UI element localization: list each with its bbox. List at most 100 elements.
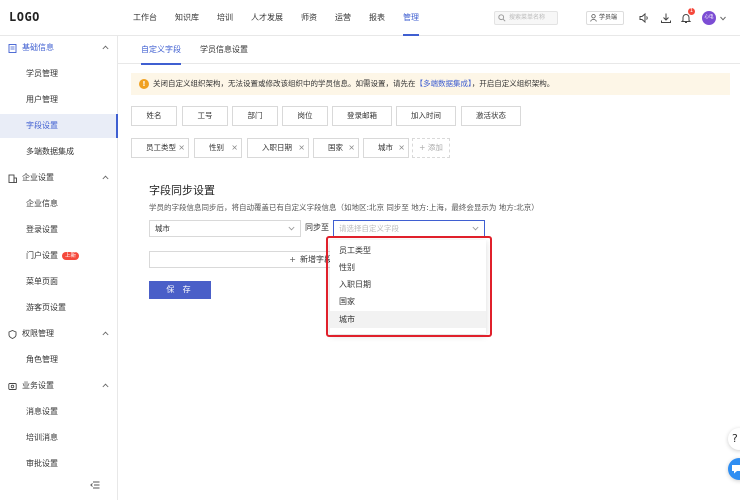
- sidebar-item-student-management[interactable]: 学员管理: [0, 62, 118, 86]
- sidebar-group-label: 业务设置: [22, 381, 54, 390]
- warning-icon: !: [139, 79, 149, 89]
- chevron-up-icon: [102, 45, 109, 50]
- custom-field-chip[interactable]: 性别 ×: [194, 138, 242, 158]
- add-field-button[interactable]: + 新增字段: [149, 251, 335, 268]
- dropdown-option[interactable]: 入职日期: [330, 276, 486, 293]
- main-nav: 工作台 知识库 培训 人才发展 师资 运营 报表 管理: [124, 0, 428, 36]
- save-button[interactable]: 保 存: [149, 281, 211, 299]
- sidebar-item-menu-pages[interactable]: 菜单页面: [0, 270, 118, 294]
- top-header: LOGO 工作台 知识库 培训 人才发展 师资 运营 报表 管理 搜索菜单名称 …: [0, 0, 740, 36]
- remove-icon[interactable]: ×: [298, 139, 305, 157]
- plus-icon: +: [289, 255, 296, 264]
- sidebar-item-enterprise-info[interactable]: 企业信息: [0, 192, 118, 216]
- field-chip-name: 姓名: [131, 106, 177, 126]
- sidebar-item-approval-settings[interactable]: 审批设置: [0, 452, 118, 476]
- document-icon: [8, 44, 17, 53]
- section-description: 学员的字段信息同步后，将自动覆盖已有自定义字段信息（如地区:北京 同步至 地方:…: [149, 203, 539, 212]
- avatar[interactable]: 心电: [702, 11, 716, 25]
- settings-icon: [8, 383, 17, 390]
- multi-end-data-integration-link[interactable]: 【多端数据集成】: [416, 79, 472, 88]
- dropdown-option[interactable]: 城市: [330, 311, 486, 328]
- sidebar: 基础信息 学员管理 用户管理 字段设置 多端数据集成 企业设置 企业信息 登录设…: [0, 36, 118, 500]
- download-icon[interactable]: [660, 12, 672, 24]
- tab-custom-fields[interactable]: 自定义字段: [141, 36, 181, 65]
- chat-icon: [732, 465, 740, 474]
- sidebar-group-basic-info[interactable]: 基础信息: [0, 36, 118, 60]
- building-icon: [8, 174, 17, 183]
- dropdown-option[interactable]: 国家: [330, 293, 486, 310]
- custom-field-chip[interactable]: 员工类型 ×: [131, 138, 189, 158]
- sidebar-item-guest-page-settings[interactable]: 游客页设置: [0, 296, 118, 320]
- sidebar-group-permission-management[interactable]: 权限管理: [0, 322, 118, 346]
- new-badge: 上新: [62, 252, 80, 260]
- menu-search-input[interactable]: 搜索菜单名称: [494, 11, 558, 25]
- student-end-button[interactable]: 学员端: [586, 11, 624, 25]
- notice-text: 关闭自定义组织架构，无法设置或修改该组织中的学员信息。如需设置，请先在: [153, 79, 416, 88]
- sidebar-group-label: 基础信息: [22, 43, 54, 52]
- sidebar-group-label: 权限管理: [22, 329, 54, 338]
- add-field-label: 新增字段: [300, 255, 332, 264]
- nav-reports[interactable]: 报表: [360, 0, 394, 36]
- sidebar-item-login-settings[interactable]: 登录设置: [0, 218, 118, 242]
- chevron-down-icon[interactable]: [720, 16, 726, 21]
- source-field-select[interactable]: 城市: [149, 220, 301, 237]
- remove-icon[interactable]: ×: [348, 139, 355, 157]
- chevron-down-icon: [288, 226, 295, 231]
- sidebar-item-multi-end-data-integration[interactable]: 多端数据集成: [0, 140, 118, 164]
- nav-training[interactable]: 培训: [208, 0, 242, 36]
- nav-knowledge-base[interactable]: 知识库: [166, 0, 208, 36]
- nav-operations[interactable]: 运营: [326, 0, 360, 36]
- field-chip-employee-id: 工号: [182, 106, 228, 126]
- tab-student-info-settings[interactable]: 学员信息设置: [200, 36, 248, 64]
- sidebar-item-role-management[interactable]: 角色管理: [0, 348, 118, 372]
- chevron-up-icon: [102, 383, 109, 388]
- chevron-up-icon: [102, 175, 109, 180]
- dropdown-option[interactable]: 员工类型: [330, 242, 486, 259]
- shield-icon: [8, 330, 17, 339]
- field-chip-join-time: 加入时间: [396, 106, 456, 126]
- sync-to-label: 同步至: [305, 223, 329, 232]
- notification-badge: 1: [688, 8, 695, 15]
- help-button[interactable]: ?: [728, 428, 740, 450]
- custom-field-chip[interactable]: 国家 ×: [313, 138, 359, 158]
- sidebar-group-label: 企业设置: [22, 173, 54, 182]
- student-end-label: 学员端: [599, 14, 618, 21]
- custom-field-label: 城市: [378, 143, 393, 152]
- custom-field-label: 员工类型: [146, 143, 176, 152]
- nav-management[interactable]: 管理: [394, 0, 428, 36]
- search-icon: [498, 14, 506, 22]
- search-placeholder: 搜索菜单名称: [509, 14, 546, 21]
- remove-icon[interactable]: ×: [398, 139, 405, 157]
- custom-field-chip[interactable]: 入职日期 ×: [247, 138, 309, 158]
- nav-instructors[interactable]: 师资: [292, 0, 326, 36]
- target-field-select[interactable]: 请选择自定义字段: [333, 220, 485, 237]
- sidebar-item-message-settings[interactable]: 消息设置: [0, 400, 118, 424]
- speaker-icon[interactable]: [638, 12, 650, 24]
- sidebar-item-label: 门户设置: [26, 251, 58, 260]
- add-custom-field-button[interactable]: + 添加: [412, 138, 450, 158]
- custom-field-label: 入职日期: [262, 143, 292, 152]
- sidebar-group-business-settings[interactable]: 业务设置: [0, 374, 118, 398]
- field-chip-department: 部门: [232, 106, 278, 126]
- custom-field-label: 国家: [328, 143, 343, 152]
- custom-field-label: 性别: [209, 143, 224, 152]
- sidebar-item-user-management[interactable]: 用户管理: [0, 88, 118, 112]
- chat-button[interactable]: [728, 458, 740, 480]
- sidebar-item-training-messages[interactable]: 培训消息: [0, 426, 118, 450]
- user-icon: [590, 14, 597, 22]
- target-field-dropdown: 员工类型 性别 入职日期 国家 城市: [330, 240, 486, 334]
- dropdown-option[interactable]: 性别: [330, 259, 486, 276]
- sidebar-group-enterprise-settings[interactable]: 企业设置: [0, 166, 118, 190]
- remove-icon[interactable]: ×: [178, 139, 185, 157]
- nav-talent-development[interactable]: 人才发展: [242, 0, 292, 36]
- collapse-sidebar-icon[interactable]: [90, 481, 100, 489]
- sidebar-item-portal-settings[interactable]: 门户设置 上新: [0, 244, 118, 268]
- nav-workbench[interactable]: 工作台: [124, 0, 166, 36]
- remove-icon[interactable]: ×: [231, 139, 238, 157]
- source-field-value: 城市: [155, 224, 170, 233]
- custom-field-chip[interactable]: 城市 ×: [363, 138, 409, 158]
- section-title: 字段同步设置: [149, 184, 215, 197]
- sidebar-item-field-settings[interactable]: 字段设置: [0, 114, 118, 138]
- chevron-up-icon: [102, 331, 109, 336]
- settings-tabs: 自定义字段 学员信息设置: [118, 36, 740, 65]
